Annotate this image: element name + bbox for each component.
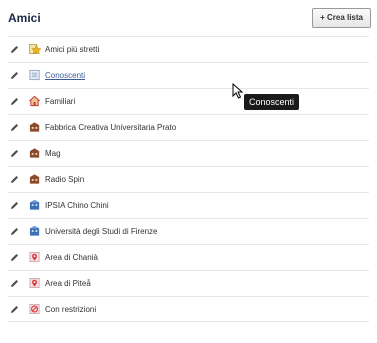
location-icon <box>29 252 40 262</box>
list-item[interactable]: Area di Piteå <box>8 270 369 296</box>
building-icon <box>29 148 40 158</box>
pencil-icon[interactable] <box>10 71 19 80</box>
pencil-icon[interactable] <box>10 123 19 132</box>
list-item[interactable]: Conoscenti <box>8 62 369 88</box>
list-item-label[interactable]: Area di Chanià <box>45 253 98 262</box>
building-icon <box>29 174 40 184</box>
pencil-icon[interactable] <box>10 97 19 106</box>
list-item-label[interactable]: Radio Spin <box>45 175 84 184</box>
list-item-label[interactable]: Familiari <box>45 97 75 106</box>
pencil-icon[interactable] <box>10 253 19 262</box>
mouse-cursor-icon <box>232 83 244 99</box>
home-icon <box>29 95 41 107</box>
list-item-label[interactable]: Con restrizioni <box>45 305 96 314</box>
page-title: Amici <box>8 11 41 25</box>
list-item-label[interactable]: Mag <box>45 149 61 158</box>
pencil-icon[interactable] <box>10 305 19 314</box>
list-item[interactable]: Università degli Studi di Firenze <box>8 218 369 244</box>
location-icon <box>29 278 40 288</box>
panel-header: Amici + Crea lista <box>0 0 377 36</box>
list-item-label[interactable]: IPSIA Chino Chini <box>45 201 109 210</box>
tooltip: Conoscenti <box>244 94 300 110</box>
friends-lists-panel: Amici + Crea lista Amici più stretti Cono… <box>0 0 377 343</box>
pencil-icon[interactable] <box>10 201 19 210</box>
list-item[interactable]: Radio Spin <box>8 166 369 192</box>
list-item[interactable]: Area di Chanià <box>8 244 369 270</box>
list-item-label[interactable]: Fabbrica Creativa Universitaria Prato <box>45 123 176 132</box>
restricted-icon <box>29 304 40 314</box>
school-icon <box>29 199 40 210</box>
list-item-label[interactable]: Amici più stretti <box>45 45 99 54</box>
create-list-button[interactable]: + Crea lista <box>312 8 371 28</box>
pencil-icon[interactable] <box>10 149 19 158</box>
school-icon <box>29 225 40 236</box>
list-item[interactable]: Mag <box>8 140 369 166</box>
pencil-icon[interactable] <box>10 175 19 184</box>
list-item[interactable]: IPSIA Chino Chini <box>8 192 369 218</box>
pencil-icon[interactable] <box>10 227 19 236</box>
list-item-label[interactable]: Area di Piteå <box>45 279 91 288</box>
pencil-icon[interactable] <box>10 279 19 288</box>
list-item[interactable]: Fabbrica Creativa Universitaria Prato <box>8 114 369 140</box>
list-item[interactable]: Amici più stretti <box>8 36 369 62</box>
star-icon <box>29 44 41 55</box>
list-item-label[interactable]: Conoscenti <box>45 71 85 80</box>
list-item-label[interactable]: Università degli Studi di Firenze <box>45 227 158 236</box>
friends-list: Amici più stretti Conoscenti Familiari Fabb… <box>8 36 369 322</box>
pencil-icon[interactable] <box>10 45 19 54</box>
list-item[interactable]: Familiari <box>8 88 369 114</box>
building-icon <box>29 122 40 132</box>
list-icon <box>29 69 40 81</box>
list-item[interactable]: Con restrizioni <box>8 296 369 322</box>
